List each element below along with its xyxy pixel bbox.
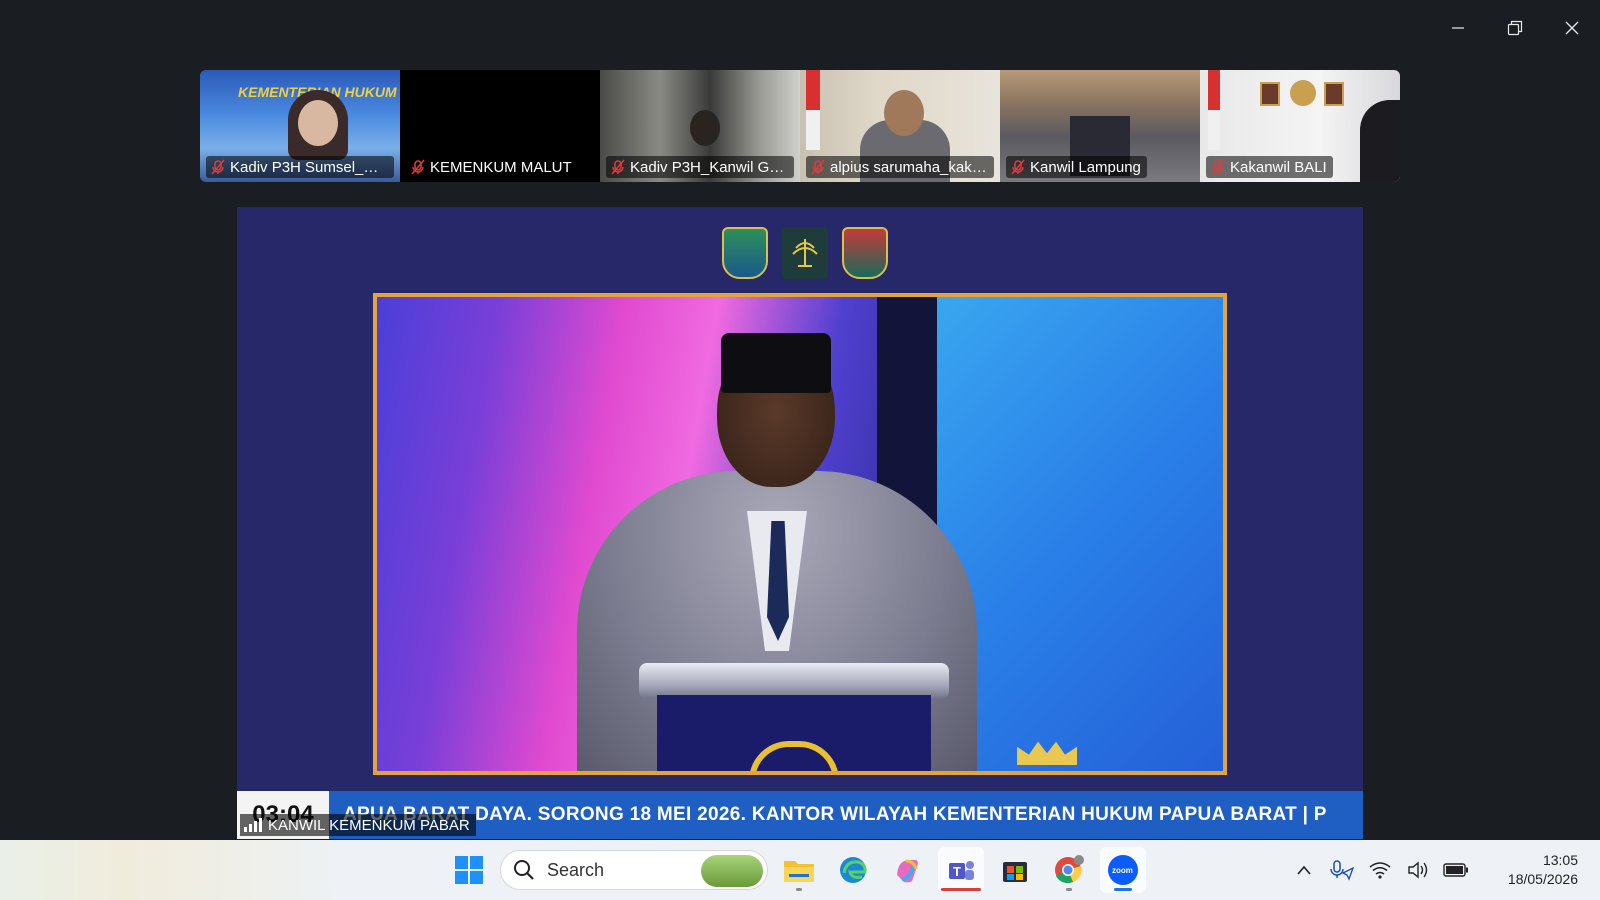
participant-tile[interactable]: alpius sarumaha_kaka... — [800, 70, 1000, 182]
zoom-icon: zoom — [1108, 855, 1138, 885]
search-icon — [514, 860, 534, 880]
edge-icon — [840, 857, 867, 883]
portrait-frame — [1260, 82, 1280, 106]
taskbar-search[interactable]: Search — [500, 850, 768, 890]
edge-button[interactable] — [830, 847, 876, 893]
microphone-status-button[interactable] — [1328, 856, 1356, 884]
restore-icon — [1507, 20, 1522, 36]
battery-button[interactable] — [1442, 856, 1470, 884]
mic-muted-icon — [210, 159, 226, 175]
chevron-up-icon — [1297, 865, 1311, 875]
microphone-icon — [1330, 860, 1355, 881]
participant-face — [298, 100, 338, 146]
file-explorer-button[interactable] — [776, 847, 822, 893]
ticker-text: APUA BARAT DAYA. SORONG 18 MEI 2026. KAN… — [343, 804, 1327, 825]
city-emblem-logo — [842, 227, 888, 279]
mic-muted-icon — [1010, 159, 1026, 175]
participant-tile[interactable]: KEMENTERIAN HUKUM Kadiv P3H Sumsel_Ain..… — [200, 70, 400, 182]
regional-emblem-logo — [722, 227, 768, 279]
podium-top — [639, 663, 949, 699]
participant-face — [884, 90, 924, 136]
windows-icon — [455, 856, 483, 884]
clock-date: 18/05/2026 — [1507, 871, 1578, 887]
svg-text:zoom: zoom — [1112, 866, 1133, 875]
participant-name-label: alpius sarumaha_kaka... — [806, 156, 994, 178]
window-controls — [1429, 0, 1600, 56]
restore-button[interactable] — [1486, 0, 1543, 56]
chrome-button[interactable] — [1046, 847, 1092, 893]
mic-muted-icon — [810, 159, 826, 175]
main-video[interactable]: 03:04 APUA BARAT DAYA. SORONG 18 MEI 202… — [237, 207, 1363, 839]
minimize-button[interactable] — [1429, 0, 1486, 56]
participant-name-label: Kadiv P3H Sumsel_Ain... — [206, 156, 394, 178]
clock-time: 13:05 — [1542, 852, 1578, 868]
active-speaker-label: KANWIL KEMENKUM PABAR — [240, 814, 476, 836]
battery-icon — [1443, 863, 1468, 877]
minimize-icon — [1451, 27, 1464, 29]
zoom-button[interactable]: zoom — [1100, 847, 1146, 893]
speaker-video-frame — [373, 293, 1227, 775]
participant-figure — [690, 110, 720, 146]
taskbar-apps: Search T zoom — [446, 840, 1146, 900]
participant-figure — [1360, 100, 1400, 182]
portrait-frame — [1324, 82, 1344, 106]
store-icon — [1003, 862, 1027, 882]
ministry-logo — [782, 227, 828, 279]
taskbar: Search T zoom 13:05 18/05/2026 — [0, 840, 1600, 900]
search-highlight-image — [701, 855, 763, 887]
wifi-icon — [1369, 862, 1391, 879]
close-icon — [1565, 21, 1578, 35]
wifi-button[interactable] — [1366, 856, 1394, 884]
speaker-cap — [721, 333, 831, 393]
volume-button[interactable] — [1404, 856, 1432, 884]
participant-tile[interactable]: Kakanwil BALI — [1200, 70, 1400, 182]
participant-strip: KEMENTERIAN HUKUM Kadiv P3H Sumsel_Ain..… — [200, 70, 1400, 182]
teams-button[interactable]: T — [938, 847, 984, 893]
mic-muted-icon — [610, 159, 626, 175]
participant-tile[interactable]: Kadiv P3H_Kanwil Gor... — [600, 70, 800, 182]
participant-tile[interactable]: KEMENKUM MALUT — [400, 70, 600, 182]
participant-name-label: Kadiv P3H_Kanwil Gor... — [606, 156, 794, 178]
participant-name-label: Kakanwil BALI — [1206, 156, 1333, 178]
garuda-emblem — [1290, 80, 1316, 106]
folder-icon — [784, 861, 814, 882]
flag — [1208, 70, 1220, 150]
mic-muted-icon — [1210, 159, 1226, 175]
copilot-icon — [897, 859, 918, 883]
participant-name-label: Kanwil Lampung — [1006, 156, 1147, 178]
speaker-icon — [1408, 861, 1428, 879]
flag — [806, 70, 820, 150]
start-button[interactable] — [446, 847, 492, 893]
active-speaker-name: KANWIL KEMENKUM PABAR — [268, 816, 470, 834]
teams-icon: T — [949, 861, 974, 880]
logo-row — [722, 227, 888, 279]
store-button[interactable] — [992, 847, 1038, 893]
svg-text:T: T — [953, 864, 961, 879]
show-hidden-icons-button[interactable] — [1290, 856, 1318, 884]
participant-tile[interactable]: Kanwil Lampung — [1000, 70, 1200, 182]
copilot-button[interactable] — [884, 847, 930, 893]
close-button[interactable] — [1543, 0, 1600, 56]
connection-signal-icon — [244, 818, 262, 832]
search-placeholder: Search — [547, 859, 605, 880]
clock-button[interactable]: 13:05 18/05/2026 — [1490, 851, 1578, 889]
chrome-icon — [1055, 855, 1084, 884]
participant-name-label: KEMENKUM MALUT — [406, 156, 578, 178]
system-tray: 13:05 18/05/2026 — [1290, 840, 1600, 900]
mic-muted-icon — [410, 159, 426, 175]
